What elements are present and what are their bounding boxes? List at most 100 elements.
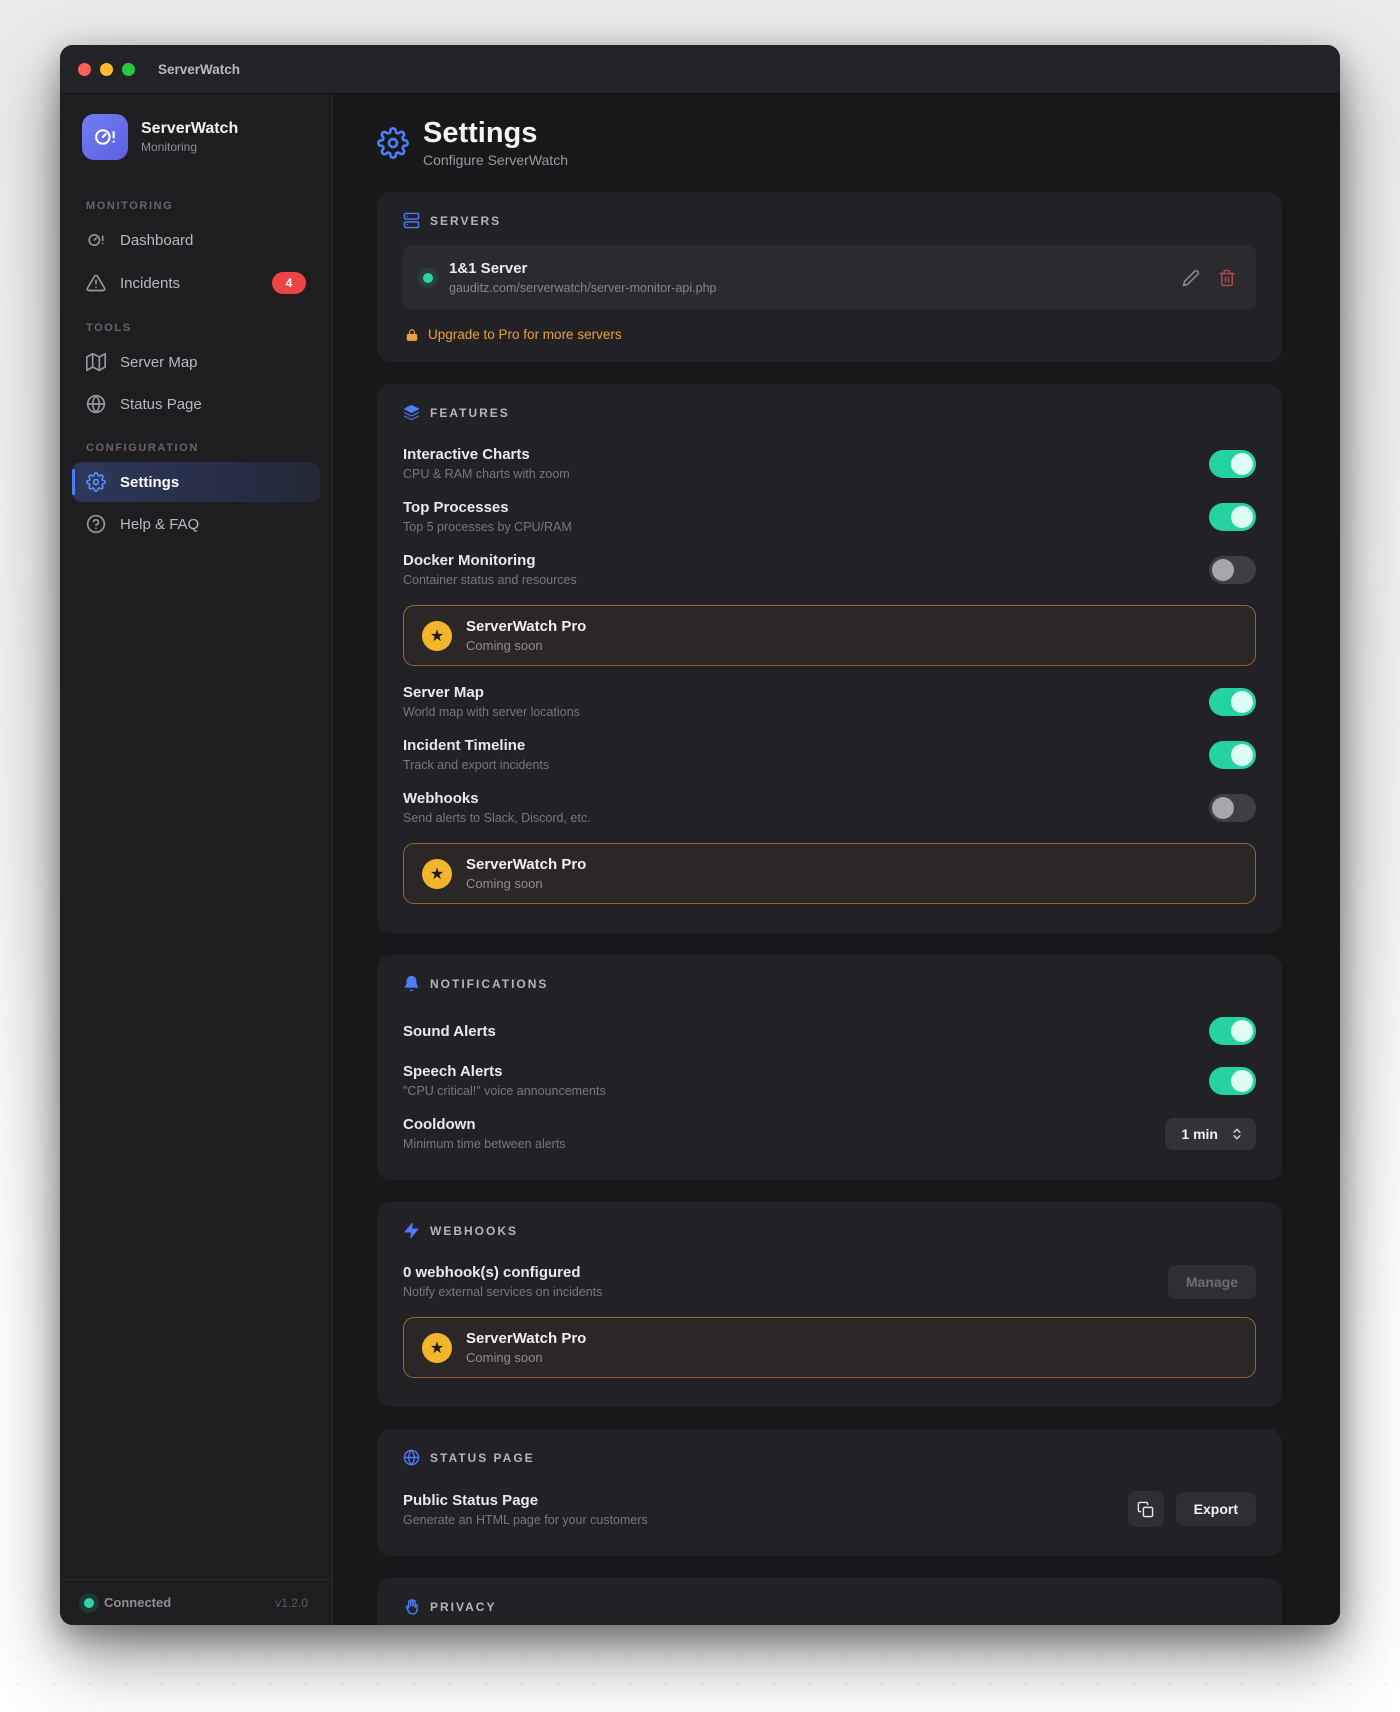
feature-title: Incident Timeline (403, 737, 526, 755)
nav-section-monitoring: MONITORING (86, 200, 174, 212)
pro-banner-subtitle: Coming soon (466, 638, 543, 654)
feature-title: Webhooks (403, 790, 479, 808)
nav-section-tools: TOOLS (86, 322, 132, 334)
pro-banner-title: ServerWatch Pro (466, 856, 587, 874)
zoom-window-button[interactable] (122, 62, 135, 76)
cooldown-select[interactable]: 1 min (1165, 1117, 1256, 1150)
upgrade-pro-note[interactable]: Upgrade to Pro for more servers (403, 327, 1256, 342)
page-title: Settings (423, 117, 538, 149)
notifications-card-header: NOTIFICATIONS (403, 975, 1256, 992)
notification-subtitle: "CPU critical!" voice announcements (403, 1084, 606, 1099)
sidebar-item-incidents[interactable]: Incidents 4 (72, 262, 320, 304)
sidebar-item-label: Dashboard (120, 231, 194, 249)
connection-status-label: Connected (104, 1595, 172, 1610)
sound-alerts-toggle[interactable] (1209, 1017, 1256, 1046)
app-brand: ServerWatch Monitoring (60, 94, 332, 174)
privacy-card-header: PRIVACY (403, 1598, 1256, 1616)
delete-server-icon[interactable] (1218, 269, 1236, 287)
server-url: gauditz.com/serverwatch/server-monitor-a… (449, 281, 717, 296)
features-card: FEATURES Interactive Charts CPU & RAM ch… (377, 384, 1282, 934)
brand-subtitle: Monitoring (141, 140, 198, 155)
lightning-icon (403, 1222, 420, 1239)
features-card-header: FEATURES (403, 404, 1256, 421)
minimize-window-button[interactable] (100, 62, 113, 76)
server-online-dot (423, 272, 433, 283)
star-icon: ★ (422, 858, 452, 889)
speech-alerts-toggle[interactable] (1209, 1066, 1256, 1095)
close-window-button[interactable] (78, 62, 91, 76)
pro-banner: ★ ServerWatch Pro Coming soon (403, 1317, 1256, 1379)
export-button[interactable]: Export (1175, 1492, 1256, 1527)
toggle-knob (1231, 743, 1253, 766)
feature-subtitle: Send alerts to Slack, Discord, etc. (403, 811, 591, 826)
gear-icon (86, 472, 106, 492)
star-icon: ★ (422, 1332, 452, 1363)
servers-card: SERVERS 1&1 Server gauditz.com/serverwat… (377, 192, 1282, 363)
app-window: ServerWatch ServerWatch Monitoring MONIT… (60, 45, 1340, 1625)
sidebar-item-status-page[interactable]: Status Page (72, 384, 320, 424)
notification-title: Speech Alerts (403, 1063, 503, 1081)
sidebar-item-dashboard[interactable]: Dashboard (72, 220, 320, 260)
globe-icon (403, 1449, 420, 1466)
notification-title: Sound Alerts (403, 1022, 496, 1040)
app-logo-gauge-icon (82, 114, 128, 160)
notification-title: Cooldown (403, 1116, 476, 1134)
sidebar-item-label: Incidents (120, 274, 181, 292)
section-label: STATUS PAGE (430, 1450, 535, 1465)
cooldown-selected-value: 1 min (1181, 1125, 1218, 1142)
connected-status-dot (84, 1597, 94, 1608)
sidebar-item-label: Help & FAQ (120, 515, 200, 533)
section-label: SERVERS (430, 213, 502, 228)
webhooks-toggle[interactable] (1209, 793, 1256, 822)
status-page-title: Public Status Page (403, 1491, 539, 1509)
feature-title: Docker Monitoring (403, 552, 536, 570)
sidebar-item-settings[interactable]: Settings (72, 462, 320, 502)
gear-icon (377, 127, 409, 160)
pro-banner-title: ServerWatch Pro (466, 1330, 587, 1348)
docker-monitoring-toggle[interactable] (1209, 555, 1256, 584)
manage-webhooks-button[interactable]: Manage (1167, 1264, 1256, 1299)
notification-row-cooldown: Cooldown Minimum time between alerts 1 m… (403, 1107, 1256, 1160)
layers-icon (403, 404, 420, 421)
feature-row-server-map: Server Map World map with server locatio… (403, 675, 1256, 728)
star-icon: ★ (422, 620, 452, 651)
toggle-knob (1231, 452, 1253, 475)
sidebar-item-server-map[interactable]: Server Map (72, 342, 320, 382)
notification-row-speech-alerts: Speech Alerts "CPU critical!" voice anno… (403, 1054, 1256, 1107)
privacy-card: PRIVACY Send usage data (Google Analytic… (377, 1578, 1282, 1625)
interactive-charts-toggle[interactable] (1209, 449, 1256, 478)
edit-server-icon[interactable] (1182, 269, 1200, 287)
toggle-knob (1231, 1020, 1253, 1043)
server-map-toggle[interactable] (1209, 687, 1256, 716)
servers-card-header: SERVERS (403, 212, 1256, 229)
server-icon (403, 212, 420, 229)
chevron-up-down-icon (1230, 1127, 1244, 1141)
sidebar-item-help-faq[interactable]: Help & FAQ (72, 504, 320, 544)
nav-section-configuration: CONFIGURATION (86, 442, 199, 454)
lock-icon (405, 328, 419, 342)
hand-icon (403, 1598, 420, 1616)
copy-status-page-button[interactable] (1127, 1491, 1164, 1528)
map-icon (86, 352, 106, 372)
pro-banner-subtitle: Coming soon (466, 1350, 543, 1366)
toggle-knob (1212, 558, 1234, 581)
feature-subtitle: Track and export incidents (403, 758, 550, 773)
pro-banner-title: ServerWatch Pro (466, 618, 587, 636)
feature-title: Server Map (403, 684, 484, 702)
page-subtitle: Configure ServerWatch (423, 152, 568, 169)
pro-banner-subtitle: Coming soon (466, 876, 543, 892)
sidebar-nav: MONITORING Dashboard Incidents 4 TOOLS S… (60, 174, 332, 1579)
page-header: Settings Configure ServerWatch (377, 118, 1282, 168)
incident-timeline-toggle[interactable] (1209, 740, 1256, 769)
notification-subtitle: Minimum time between alerts (403, 1137, 566, 1152)
sidebar-item-label: Settings (120, 473, 180, 491)
section-label: WEBHOOKS (430, 1223, 518, 1238)
toggle-knob (1212, 796, 1234, 819)
sidebar-item-label: Server Map (120, 353, 198, 371)
feature-row-interactive-charts: Interactive Charts CPU & RAM charts with… (403, 437, 1256, 490)
webhooks-summary-row: 0 webhook(s) configured Notify external … (403, 1255, 1256, 1308)
top-processes-toggle[interactable] (1209, 502, 1256, 531)
section-label: FEATURES (430, 405, 510, 420)
upgrade-pro-label: Upgrade to Pro for more servers (428, 327, 622, 343)
pro-banner: ★ ServerWatch Pro Coming soon (403, 605, 1256, 667)
